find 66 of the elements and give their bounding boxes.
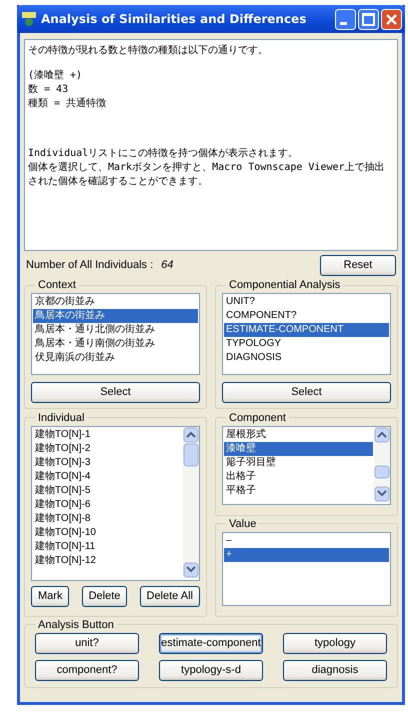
select-button[interactable]: Select <box>222 382 391 402</box>
scrollbar-drawing[interactable] <box>183 426 199 578</box>
list-item[interactable]: 屋根形式 <box>224 428 373 442</box>
list-item[interactable]: 鳥居本・通り北側の街並み <box>33 323 198 337</box>
app-icon <box>21 11 37 27</box>
message-area[interactable]: その特徴が現れる数と特徴の種類は以下の通りです。 (漆喰壁 +) 数 = 43 種類 = 共通特徴 Individualリストにこの特徴を持つ個体が表示されます。 個体を選択して、Markボタンを押すと、Macro Townscape Viewer上で抽出された個体を確認することができます。 <box>24 39 398 251</box>
analysis-button[interactable]: diagnosis <box>283 660 387 680</box>
list-box[interactable]: UNIT? COMPONENT? ESTIMATE-COMPONENT TYPOLOGY DIAGNOSIS <box>222 293 391 375</box>
group-title: Individual <box>37 412 86 424</box>
list-item[interactable]: TYPOLOGY <box>224 337 389 351</box>
list-item[interactable]: 建物TO[N]-3 <box>33 456 182 470</box>
analysis-button[interactable]: component? <box>35 660 139 680</box>
list-item[interactable]: – <box>224 534 389 548</box>
list-item[interactable]: 漆喰壁 <box>224 442 373 456</box>
list-item[interactable]: 伏見南浜の街並み <box>33 351 198 365</box>
list-item[interactable]: 建物TO[N]-1 <box>33 428 182 442</box>
analysis-button[interactable]: estimate-component <box>159 632 263 654</box>
list-item[interactable]: 出格子 <box>224 470 373 484</box>
list-box[interactable]: 京都の街並み 鳥居本の街並み 鳥居本・通り北側の街並み 鳥居本・通り南側の街並み 伏見南浜の街並み <box>31 293 200 375</box>
message-text: 種類 = 共通特徴 <box>28 97 108 111</box>
minimize-icon[interactable] <box>335 8 356 30</box>
maximize-icon[interactable] <box>358 8 379 30</box>
list-item[interactable]: 建物TO[N]-4 <box>33 470 182 484</box>
list-item[interactable]: 建物TO[N]-10 <box>33 526 182 540</box>
select-button[interactable]: Select <box>31 382 200 402</box>
list-item[interactable]: 建物TO[N]-5 <box>33 484 182 498</box>
list-box[interactable]: 屋根形式 漆喰壁 簓子羽目壁 出格子 平格子 <box>222 426 391 504</box>
group-title: Component <box>228 412 287 424</box>
list-item[interactable]: ESTIMATE-COMPONENT <box>224 323 389 337</box>
list-item[interactable]: + <box>224 548 389 562</box>
scrollbar-drawing[interactable] <box>374 426 390 502</box>
list-box[interactable]: 建物TO[N]-1 建物TO[N]-2 建物TO[N]-3 建物TO[N]-4 建物TO[N]-5 建物TO[N]-6 建物TO[N]-8 建物TO[N]-10 建物TO[N]-11 建物TO[N]-12 <box>31 426 200 580</box>
analysis-button[interactable]: unit? <box>35 632 139 654</box>
list-item[interactable]: UNIT? <box>224 295 389 309</box>
list-item[interactable]: COMPONENT? <box>224 309 389 323</box>
analysis-button[interactable]: typology <box>283 632 387 654</box>
group-title: Context <box>37 279 77 291</box>
list-item[interactable]: 建物TO[N]-8 <box>33 512 182 526</box>
group-title: Value <box>228 518 258 530</box>
message-text: (漆喰壁 +) <box>28 69 84 83</box>
analysis-button[interactable]: typology-s-d <box>159 660 263 680</box>
group-title: Componential Analysis <box>228 279 342 291</box>
list-item[interactable]: 平格子 <box>224 484 373 498</box>
message-text: 数 = 43 <box>28 83 70 97</box>
list-item[interactable]: 京都の街並み <box>33 295 198 309</box>
list-item[interactable]: DIAGNOSIS <box>224 351 389 365</box>
list-item[interactable]: 簓子羽目壁 <box>224 456 373 470</box>
action-button[interactable]: Mark <box>31 586 70 606</box>
message-text: その特徴が現れる数と特徴の種類は以下の通りです。 <box>28 44 269 58</box>
list-item[interactable]: 建物TO[N]-2 <box>33 442 182 456</box>
list-item[interactable]: 建物TO[N]-11 <box>33 540 182 554</box>
close-icon[interactable] <box>381 8 402 30</box>
message-text: 個体を選択して、Markボタンを押すと、Macro Townscape Viewer上で抽出された個体を確認することができます。 <box>28 161 386 189</box>
list-item[interactable]: 鳥居本の街並み <box>33 309 198 323</box>
list-item[interactable]: 建物TO[N]-6 <box>33 498 182 512</box>
list-item[interactable]: 鳥居本・通り南側の街並み <box>33 337 198 351</box>
count-value: 64 <box>161 259 174 271</box>
message-text: Individualリストにこの特徴を持つ個体が表示されます。 <box>28 147 300 161</box>
count-label: Number of All Individuals : <box>26 259 154 271</box>
list-item[interactable]: 建物TO[N]-12 <box>33 554 182 568</box>
action-button[interactable]: Delete <box>82 586 128 606</box>
action-button[interactable]: Delete All <box>140 586 200 606</box>
window-title: Analysis of Similarities and Differences <box>41 12 308 26</box>
group-title: Analysis Button <box>37 618 115 630</box>
list-box[interactable]: – + <box>222 532 391 606</box>
reset-button[interactable]: Reset <box>320 254 396 276</box>
